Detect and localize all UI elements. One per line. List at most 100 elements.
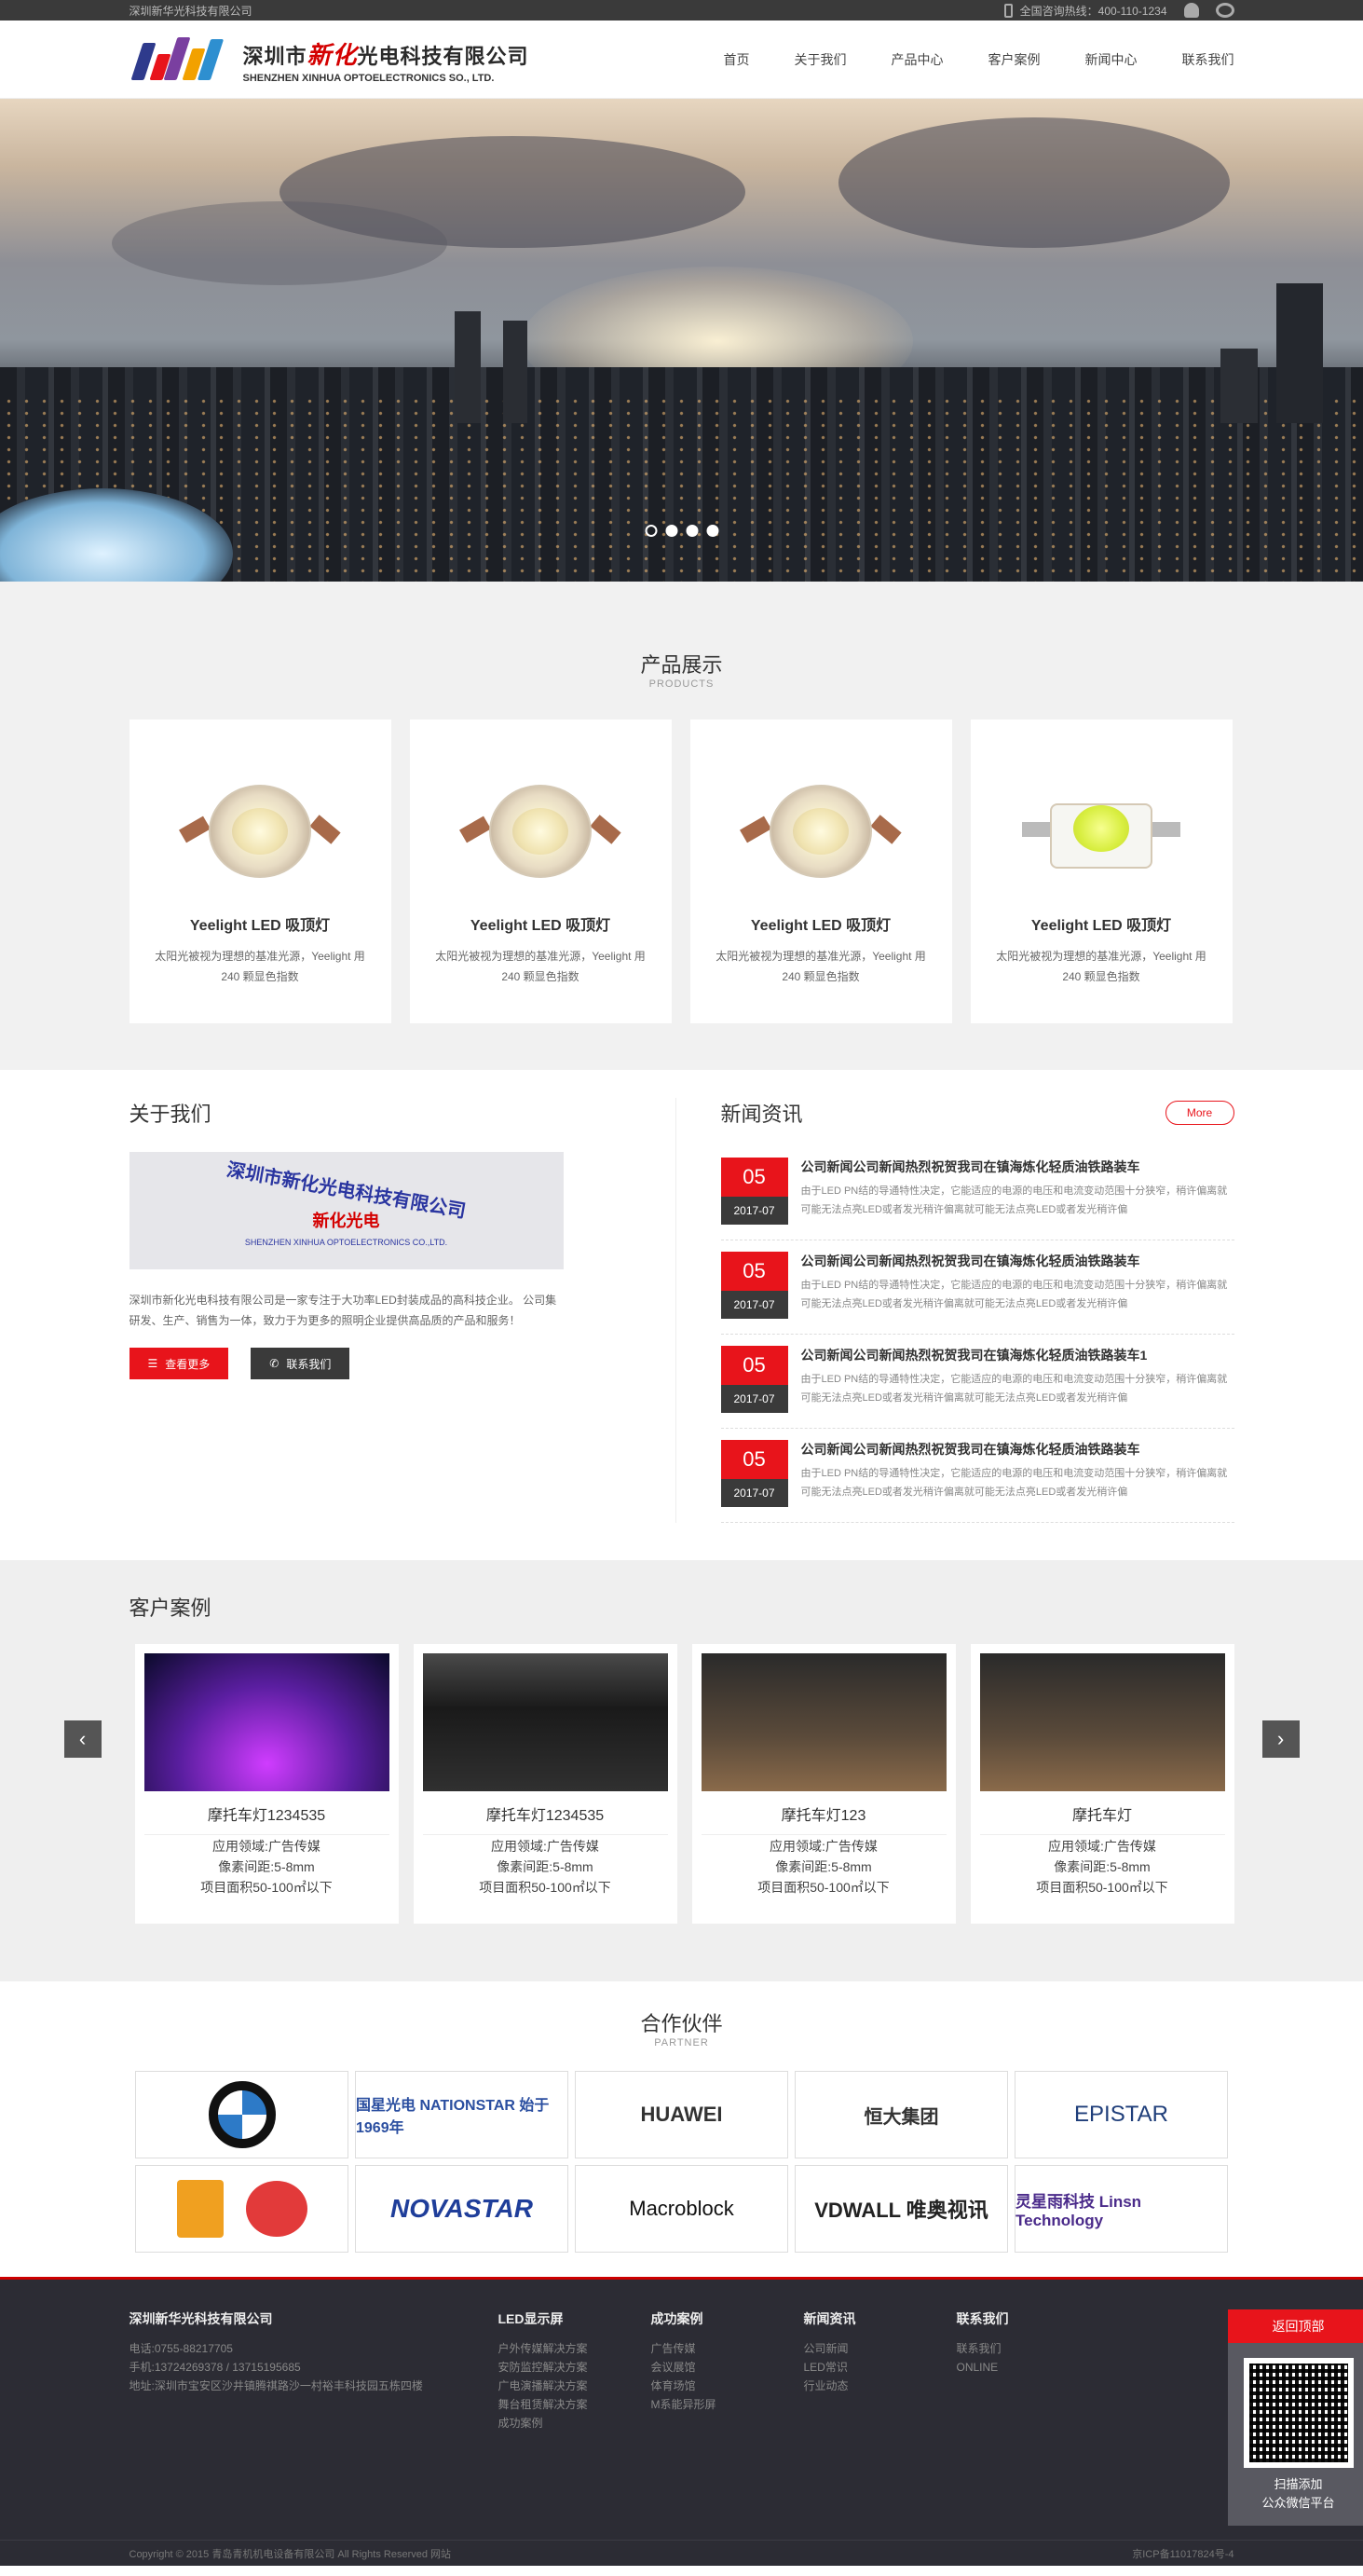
- partner-logo-novastar[interactable]: NOVASTAR: [355, 2165, 568, 2253]
- product-card[interactable]: Yeelight LED 吸顶灯 太阳光被视为理想的基准光源，Yeelight …: [129, 719, 391, 1023]
- footer-col-led: LED显示屏 户外传媒解决方案 安防监控解决方案 广电演播解决方案 舞台租赁解决…: [498, 2309, 651, 2432]
- led-product-image: [740, 766, 902, 892]
- banner-dot-1[interactable]: [645, 525, 657, 537]
- case-image: [979, 1653, 1225, 1791]
- about-news-section: 关于我们 深圳市新化光电科技有限公司 新化光电 SHENZHEN XINHUA …: [129, 1070, 1234, 1560]
- qr-code-icon: [1243, 2358, 1354, 2468]
- banner-dot-2[interactable]: [665, 525, 677, 537]
- footer-col-contact: 联系我们 联系我们 ONLINE: [957, 2309, 1110, 2432]
- case-name: 摩托车灯123: [701, 1802, 947, 1835]
- partner-logo-vdwall[interactable]: VDWALL 唯奥视讯: [795, 2165, 1008, 2253]
- nav-contact[interactable]: 联系我们: [1182, 50, 1234, 69]
- phone-icon: ✆: [269, 1357, 279, 1370]
- product-card[interactable]: Yeelight LED 吸顶灯 太阳光被视为理想的基准光源，Yeelight …: [970, 719, 1233, 1023]
- product-name: Yeelight LED 吸顶灯: [750, 918, 892, 934]
- site-logo[interactable]: 深圳市新化光电科技有限公司 SHENZHEN XINHUA OPTOELECTR…: [129, 34, 529, 86]
- news-day: 05: [720, 1252, 788, 1291]
- phone-icon: [1003, 3, 1013, 18]
- products-title: 产品展示: [640, 653, 723, 677]
- product-desc: 太阳光被视为理想的基准光源，Yeelight 用 240 颗显色指数: [716, 950, 926, 983]
- footer-link[interactable]: 广告传媒: [651, 2339, 804, 2358]
- footer-company-info: 深圳新华光科技有限公司 电话:0755-88217705 手机:13724269…: [129, 2309, 498, 2432]
- footer-link[interactable]: 公司新闻: [804, 2339, 957, 2358]
- news-section: 新闻资讯 More 05 2017-07 公司新闻公司新闻热烈祝贺我司在镇海炼化轻…: [675, 1098, 1234, 1523]
- partner-logo-huawei[interactable]: HUAWEI: [575, 2071, 788, 2158]
- case-image: [701, 1653, 947, 1791]
- news-headline[interactable]: 公司新闻公司新闻热烈祝贺我司在镇海炼化轻质油铁路装车: [801, 1158, 1234, 1176]
- partner-logo-epistar[interactable]: EPISTAR: [1015, 2071, 1228, 2158]
- mascot-image-icon: [176, 2180, 307, 2238]
- icp-text: 京ICP备11017824号-4: [1132, 2549, 1234, 2560]
- partner-logo-nationstar[interactable]: 国星光电 NATIONSTAR 始于1969年: [355, 2071, 568, 2158]
- qq-icon[interactable]: [1183, 3, 1199, 18]
- about-image: 深圳市新化光电科技有限公司 新化光电 SHENZHEN XINHUA OPTOE…: [129, 1152, 564, 1269]
- logo-chinese-name: 深圳市新化光电科技有限公司: [242, 41, 529, 70]
- footer-link[interactable]: 户外传媒解决方案: [498, 2339, 651, 2358]
- news-item[interactable]: 05 2017-07 公司新闻公司新闻热烈祝贺我司在镇海炼化轻质油铁路装车 由于LE…: [720, 1429, 1234, 1523]
- news-month: 2017-07: [720, 1291, 788, 1319]
- case-name: 摩托车灯1234535: [422, 1802, 668, 1835]
- case-name: 摩托车灯: [979, 1802, 1225, 1835]
- product-desc: 太阳光被视为理想的基准光源，Yeelight 用 240 颗显色指数: [996, 950, 1206, 983]
- case-card[interactable]: 摩托车灯1234535 应用领域:广告传媒 像素间距:5-8mm 项目面积50-…: [413, 1644, 677, 1924]
- footer-link[interactable]: 行业动态: [804, 2377, 957, 2395]
- footer-col-news: 新闻资讯 公司新闻 LED常识 行业动态: [804, 2309, 957, 2432]
- footer-link[interactable]: 广电演播解决方案: [498, 2377, 651, 2395]
- case-card[interactable]: 摩托车灯123 应用领域:广告传媒 像素间距:5-8mm 项目面积50-100㎡…: [691, 1644, 956, 1924]
- about-text: 深圳市新化光电科技有限公司是一家专注于大功率LED封装成品的高科技企业。 公司集…: [129, 1294, 557, 1327]
- news-headline[interactable]: 公司新闻公司新闻热烈祝贺我司在镇海炼化轻质油铁路装车: [801, 1252, 1234, 1270]
- nav-products[interactable]: 产品中心: [892, 50, 944, 69]
- product-card[interactable]: Yeelight LED 吸顶灯 太阳光被视为理想的基准光源，Yeelight …: [409, 719, 672, 1023]
- case-card[interactable]: 摩托车灯1234535 应用领域:广告传媒 像素间距:5-8mm 项目面积50-…: [134, 1644, 399, 1924]
- logo-english-name: SHENZHEN XINHUA OPTOELECTRONICS SO., LTD…: [242, 72, 495, 84]
- cases-section: 客户案例 ‹ › 摩托车灯1234535 应用领域:广告传媒 像素间距:5-8m…: [0, 1560, 1363, 1981]
- contact-us-button[interactable]: ✆ 联系我们: [251, 1348, 350, 1379]
- news-summary: 由于LED PN结的导通特性决定，它能适应的电源的电压和电流变动范围十分狭窄，稍…: [800, 1185, 1228, 1215]
- partner-logo-macroblock[interactable]: Macroblock: [575, 2165, 788, 2253]
- footer-address: 地址:深圳市宝安区沙井镇腾祺路沙一村裕丰科技园五栋四楼: [129, 2379, 423, 2392]
- news-item[interactable]: 05 2017-07 公司新闻公司新闻热烈祝贺我司在镇海炼化轻质油铁路装车 由于LE…: [720, 1146, 1234, 1240]
- product-card[interactable]: Yeelight LED 吸顶灯 太阳光被视为理想的基准光源，Yeelight …: [689, 719, 952, 1023]
- weibo-icon[interactable]: [1215, 3, 1234, 18]
- footer-link[interactable]: M系能异形屏: [651, 2395, 804, 2414]
- nav-news[interactable]: 新闻中心: [1085, 50, 1138, 69]
- banner-dot-4[interactable]: [706, 525, 718, 537]
- footer-link[interactable]: 成功案例: [498, 2414, 651, 2432]
- nav-cases[interactable]: 客户案例: [988, 50, 1041, 69]
- footer-mobile: 手机:13724269378 / 13715195685: [129, 2361, 301, 2374]
- news-headline[interactable]: 公司新闻公司新闻热烈祝贺我司在镇海炼化轻质油铁路装车1: [801, 1346, 1234, 1364]
- case-card[interactable]: 摩托车灯 应用领域:广告传媒 像素间距:5-8mm 项目面积50-100㎡以下: [970, 1644, 1234, 1924]
- hotline-text: 全国咨询热线：400-110-1234: [1019, 4, 1167, 18]
- cases-next-button[interactable]: ›: [1261, 1720, 1300, 1758]
- news-item[interactable]: 05 2017-07 公司新闻公司新闻热烈祝贺我司在镇海炼化轻质油铁路装车1 由于L…: [720, 1335, 1234, 1429]
- nav-about[interactable]: 关于我们: [795, 50, 847, 69]
- news-day: 05: [720, 1440, 788, 1479]
- partner-logo-bmw[interactable]: [135, 2071, 348, 2158]
- products-section: 产品展示 PRODUCTS Yeelight LED 吸顶灯 太阳光被视为理想的…: [0, 582, 1363, 1070]
- footer-link[interactable]: 联系我们: [957, 2339, 1110, 2358]
- footer-link[interactable]: 体育场馆: [651, 2377, 804, 2395]
- footer-link[interactable]: 安防监控解决方案: [498, 2358, 651, 2377]
- nav-home[interactable]: 首页: [724, 50, 750, 69]
- partner-logo-evergrande[interactable]: 恒大集团: [795, 2071, 1008, 2158]
- footer-link[interactable]: LED常识: [804, 2358, 957, 2377]
- logo-mark-icon: [129, 34, 230, 86]
- menu-icon: ☰: [147, 1357, 158, 1370]
- bmw-logo-icon: [208, 2081, 276, 2148]
- view-more-button[interactable]: ☰ 查看更多: [129, 1348, 229, 1379]
- footer-link[interactable]: ONLINE: [957, 2358, 1110, 2377]
- back-to-top-button[interactable]: 返回顶部: [1227, 2309, 1363, 2343]
- news-day: 05: [720, 1158, 788, 1197]
- footer-link[interactable]: 会议展馆: [651, 2358, 804, 2377]
- cases-prev-button[interactable]: ‹: [63, 1720, 102, 1758]
- news-item[interactable]: 05 2017-07 公司新闻公司新闻热烈祝贺我司在镇海炼化轻质油铁路装车由于LE…: [720, 1240, 1234, 1335]
- news-more-button[interactable]: More: [1165, 1101, 1234, 1125]
- news-summary: 由于LED PN结的导通特性决定，它能适应的电源的电压和电流变动范围十分狭窄，稍…: [800, 1280, 1228, 1309]
- news-day: 05: [720, 1346, 788, 1385]
- footer-link[interactable]: 舞台租赁解决方案: [498, 2395, 651, 2414]
- copyright-bar: Copyright © 2015 青岛青机机电设备有限公司 All Rights…: [0, 2540, 1363, 2566]
- banner-dot-3[interactable]: [686, 525, 698, 537]
- partner-logo-linsn[interactable]: 灵星雨科技 Linsn Technology: [1015, 2165, 1228, 2253]
- news-headline[interactable]: 公司新闻公司新闻热烈祝贺我司在镇海炼化轻质油铁路装车: [801, 1440, 1234, 1459]
- partner-logo-mascot[interactable]: [135, 2165, 348, 2253]
